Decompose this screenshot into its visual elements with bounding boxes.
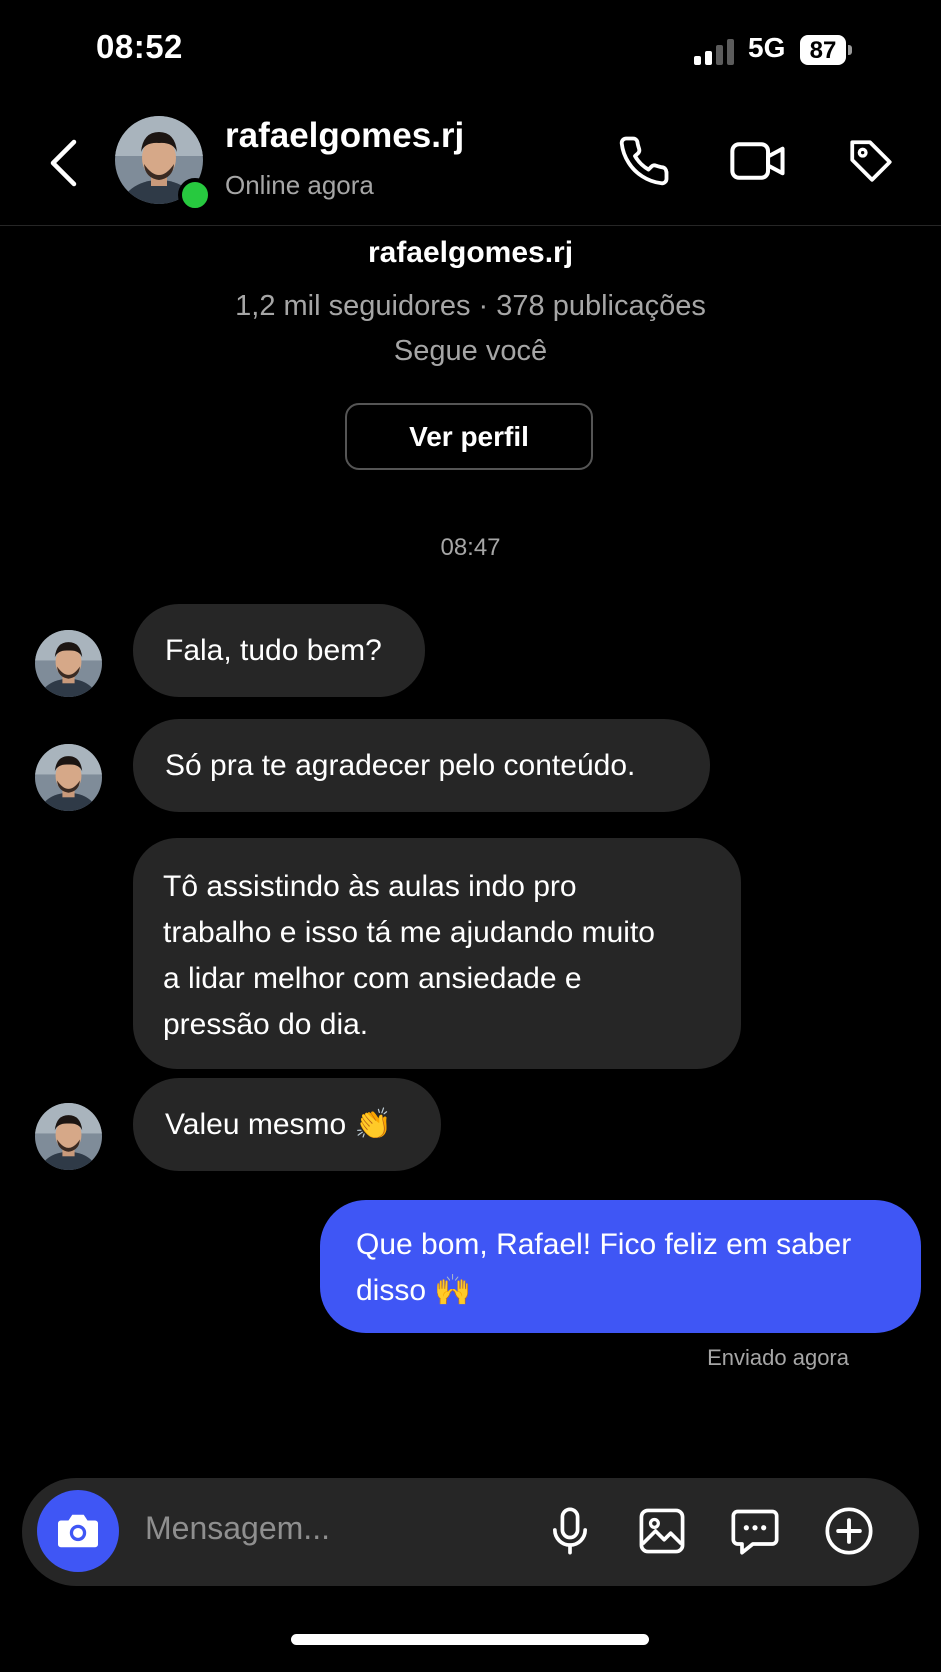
network-type: 5G — [748, 32, 786, 63]
message-line: pressão do dia. — [163, 1008, 369, 1041]
message-line: trabalho e isso tá me ajudando muito — [163, 916, 655, 949]
message-line: Que bom, Rafael! Fico feliz em saber — [356, 1228, 852, 1261]
header-divider — [0, 225, 941, 226]
thread-timestamp: 08:47 — [440, 534, 501, 561]
profile-username: rafaelgomes.rj — [367, 236, 574, 269]
gallery-icon[interactable] — [636, 1505, 688, 1557]
sent-status: Enviado agora — [707, 1345, 849, 1370]
tag-icon[interactable] — [846, 136, 896, 186]
profile-stats: 1,2 mil seguidores · 378 publicações — [235, 290, 706, 322]
battery-level: 87 — [809, 37, 837, 64]
message-input[interactable]: Mensagem... — [145, 1510, 330, 1547]
message-line: a lidar melhor com ansiedade e — [163, 962, 582, 995]
home-indicator[interactable] — [291, 1634, 649, 1645]
camera-icon — [58, 1514, 98, 1548]
follow-status: Segue você — [393, 335, 548, 367]
add-icon[interactable] — [823, 1505, 875, 1557]
message-bubble-outgoing[interactable]: Que bom, Rafael! Fico feliz em saber dis… — [320, 1200, 921, 1333]
battery-indicator: 87 — [800, 35, 852, 65]
phone-icon[interactable] — [617, 134, 671, 188]
online-status-dot — [178, 178, 212, 212]
sender-avatar[interactable] — [35, 744, 102, 811]
back-icon[interactable] — [48, 138, 78, 188]
message-bubble-incoming[interactable]: Tô assistindo às aulas indo pro trabalho… — [133, 838, 741, 1069]
video-icon[interactable] — [729, 134, 787, 188]
message-text: Fala, tudo bem? — [165, 633, 382, 667]
message-text: Valeu mesmo 👏 — [165, 1108, 392, 1141]
message-line: disso 🙌 — [356, 1274, 472, 1307]
message-bubble-incoming[interactable]: Só pra te agradecer pelo conteúdo. — [133, 719, 710, 812]
view-profile-button[interactable]: Ver perfil — [345, 403, 593, 470]
message-text: Só pra te agradecer pelo conteúdo. — [165, 748, 636, 782]
microphone-icon[interactable] — [544, 1505, 596, 1557]
header-username[interactable]: rafaelgomes.rj — [225, 116, 464, 156]
sender-avatar[interactable] — [35, 1103, 102, 1170]
status-time: 08:52 — [96, 28, 183, 65]
message-line: Tô assistindo às aulas indo pro — [163, 870, 577, 903]
sender-avatar[interactable] — [35, 630, 102, 697]
chat-bubble-icon[interactable] — [729, 1505, 781, 1557]
signal-icon — [694, 39, 734, 65]
camera-button[interactable] — [37, 1490, 119, 1572]
message-bubble-incoming[interactable]: Valeu mesmo 👏 — [133, 1078, 441, 1171]
message-bubble-incoming[interactable]: Fala, tudo bem? — [133, 604, 425, 697]
header-presence: Online agora — [225, 170, 374, 200]
